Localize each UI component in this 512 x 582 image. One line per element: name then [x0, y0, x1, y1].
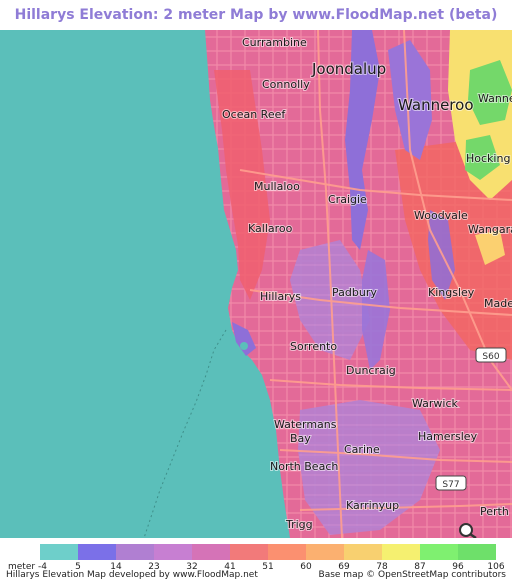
legend-swatch [306, 544, 344, 560]
legend-swatch [78, 544, 116, 560]
legend-color-scale [40, 544, 496, 560]
legend-swatch [382, 544, 420, 560]
legend-swatch [230, 544, 268, 560]
legend-swatch [192, 544, 230, 560]
place-label: Hillarys [260, 290, 301, 303]
place-label: Bay [290, 432, 311, 445]
place-label: Hamersley [418, 430, 478, 443]
legend-swatch [116, 544, 154, 560]
legend-swatch [268, 544, 306, 560]
place-label: Madel [484, 297, 512, 310]
map-canvas: S60 S77 Currambine Joondalup Connolly Wa… [0, 30, 512, 538]
road-shield-label: S60 [482, 352, 499, 362]
legend-swatch [420, 544, 458, 560]
place-label: Warwick [412, 397, 459, 410]
credit-floodmap[interactable]: Hillarys Elevation Map developed by www.… [6, 570, 258, 580]
legend-swatch [344, 544, 382, 560]
road-shield-s60: S60 [475, 347, 507, 363]
place-label: Duncraig [346, 364, 396, 377]
place-label: Kallaroo [248, 222, 293, 235]
place-label: Ocean Reef [222, 108, 286, 121]
place-label: Carine [344, 443, 380, 456]
place-label: Sorrento [290, 340, 337, 353]
place-label: North Beach [270, 460, 338, 473]
credit-osm[interactable]: Base map © OpenStreetMap contributors [319, 570, 506, 580]
place-label: Karrinyup [346, 499, 399, 512]
place-label: Padbury [332, 286, 377, 299]
elevation-map[interactable]: S60 S77 Currambine Joondalup Connolly Wa… [0, 30, 512, 538]
credits-bar: Hillarys Elevation Map developed by www.… [0, 570, 512, 582]
place-label: Trigg [285, 518, 313, 531]
title-bar: Hillarys Elevation: 2 meter Map by www.F… [0, 0, 512, 30]
road-shield-s77: S77 [435, 475, 467, 491]
place-label: Kingsley [428, 286, 475, 299]
legend-swatch [154, 544, 192, 560]
place-label: Woodvale [414, 209, 468, 222]
place-label: Craigie [328, 193, 367, 206]
place-label: Mullaloo [254, 180, 300, 193]
place-label: Hocking [466, 152, 510, 165]
place-label: Joondalup [311, 60, 386, 78]
place-label: Wangara [468, 223, 512, 236]
legend-swatch [458, 544, 496, 560]
place-label: Wanneroo [398, 96, 474, 114]
place-label: Connolly [262, 78, 310, 91]
place-label: Wanner [478, 92, 512, 105]
legend-swatch [40, 544, 78, 560]
place-label: Perth [480, 505, 509, 518]
place-label: Currambine [242, 36, 307, 49]
page-title: Hillarys Elevation: 2 meter Map by www.F… [14, 7, 498, 23]
place-label: Watermans [274, 418, 337, 431]
road-shield-label: S77 [442, 480, 459, 490]
